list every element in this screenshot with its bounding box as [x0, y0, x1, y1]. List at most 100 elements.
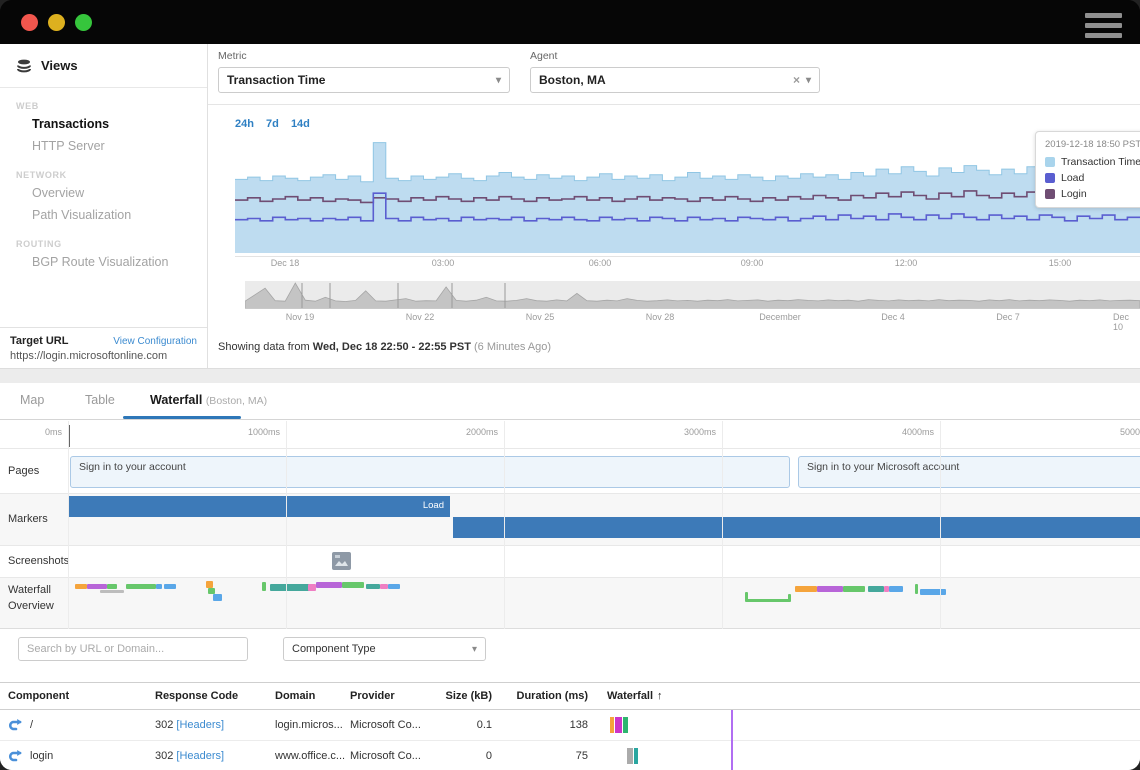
redirect-icon	[8, 718, 22, 732]
table-row[interactable]: login 302 [Headers] www.office.c... Micr…	[0, 741, 1140, 770]
marker-bar-2[interactable]	[453, 517, 1140, 538]
col-domain[interactable]: Domain	[275, 690, 315, 702]
main-chart-x-axis: Dec 1803:0006:0009:0012:0015:00	[0, 258, 1140, 270]
overview-waterfall-segment	[100, 590, 124, 593]
col-duration[interactable]: Duration (ms)	[500, 690, 588, 702]
col-component[interactable]: Component	[8, 690, 69, 702]
x-axis-label: Dec 7	[996, 312, 1020, 322]
overview-waterfall-segment	[868, 586, 884, 592]
page-marker-sign-in[interactable]: Sign in to your account	[70, 456, 790, 488]
page-marker-sign-in-microsoft[interactable]: Sign in to your Microsoft account	[798, 456, 1140, 488]
col-waterfall[interactable]: Waterfall↑	[607, 690, 663, 702]
waterfall-mini-bar[interactable]	[627, 748, 638, 764]
overview-waterfall-segment	[342, 582, 364, 588]
sidebar-item-overview[interactable]: Overview	[0, 182, 207, 204]
timerange-14d[interactable]: 14d	[291, 118, 310, 130]
page-load-marker-line	[731, 710, 733, 770]
x-axis-line	[235, 256, 1140, 257]
load-marker-bar[interactable]: Load	[68, 496, 450, 517]
table-header: Component Response Code Domain Provider …	[0, 682, 1140, 710]
app-content: Views WEB Transactions HTTP Server NETWO…	[0, 44, 1140, 770]
waterfall-tick-label: 0ms	[45, 427, 62, 437]
overview-waterfall-segment	[920, 589, 946, 595]
overview-waterfall-segment	[795, 586, 817, 592]
x-axis-label: Nov 22	[406, 312, 435, 322]
waterfall-segment	[623, 717, 628, 733]
x-axis-label: 12:00	[895, 258, 918, 268]
waterfall-segment	[634, 748, 638, 764]
col-response-code[interactable]: Response Code	[155, 690, 238, 702]
overview-waterfall-segment	[843, 586, 865, 592]
views-title: Views	[41, 58, 78, 73]
waterfall-segment	[615, 717, 622, 733]
col-size[interactable]: Size (kB)	[432, 690, 492, 702]
overview-waterfall-segment	[380, 584, 388, 589]
views-stack-icon	[16, 58, 32, 74]
timerange-7d[interactable]: 7d	[266, 118, 279, 130]
cell-provider: Microsoft Co...	[350, 750, 421, 762]
legend-label-transaction-time: Transaction Time	[1061, 156, 1140, 168]
cell-provider: Microsoft Co...	[350, 719, 421, 731]
chart-legend-tooltip: 2019-12-18 18:50 PST Transaction Time Lo…	[1035, 131, 1140, 208]
x-axis-label: 06:00	[589, 258, 612, 268]
target-url-value: https://login.microsoftonline.com	[10, 350, 197, 362]
overview-waterfall-segment	[107, 584, 117, 589]
timerange-24h[interactable]: 24h	[235, 118, 254, 130]
row-label-pages: Pages	[8, 465, 39, 477]
x-axis-label: Dec 10	[1113, 312, 1131, 332]
overview-waterfall-segment	[270, 584, 312, 591]
waterfall-gridline	[940, 421, 941, 629]
app-window: Views WEB Transactions HTTP Server NETWO…	[0, 0, 1140, 770]
x-axis-label: Dec 18	[271, 258, 300, 268]
search-input[interactable]	[18, 637, 248, 661]
agent-dropdown[interactable]: Boston, MA × ▾	[530, 67, 820, 93]
headers-link[interactable]: [Headers]	[176, 750, 224, 762]
maximize-window-button[interactable]	[75, 14, 92, 31]
tab-table[interactable]: Table	[85, 393, 115, 407]
sidebar-item-path-visualization[interactable]: Path Visualization	[0, 204, 207, 226]
waterfall-mini-bar[interactable]	[610, 717, 628, 733]
overview-waterfall-segment	[388, 584, 400, 589]
cell-domain: www.office.c...	[275, 750, 345, 762]
controls-bar: Metric Transaction Time ▾ Agent Boston, …	[208, 44, 1140, 105]
x-axis-label: 03:00	[432, 258, 455, 268]
nav-section-routing: ROUTING	[16, 239, 207, 249]
close-window-button[interactable]	[21, 14, 38, 31]
metric-value: Transaction Time	[227, 73, 490, 87]
sidebar-item-transactions[interactable]: Transactions	[0, 113, 207, 135]
transaction-time-chart[interactable]	[235, 135, 1140, 255]
x-axis-label: 09:00	[741, 258, 764, 268]
overview-waterfall-segment	[75, 584, 87, 589]
chevron-down-icon: ▾	[806, 75, 811, 86]
tab-map[interactable]: Map	[20, 393, 44, 407]
overview-waterfall-segment	[206, 581, 213, 588]
hamburger-menu-icon[interactable]	[1085, 13, 1122, 38]
row-label-markers: Markers	[8, 513, 48, 525]
timeline-overview-chart[interactable]	[245, 281, 1140, 309]
overview-waterfall-segment	[87, 584, 107, 589]
cell-component: /	[30, 719, 33, 731]
cell-response-code: 302 [Headers]	[155, 750, 224, 762]
legend-label-login: Login	[1061, 188, 1087, 200]
screenshot-thumbnail-icon[interactable]	[332, 552, 351, 570]
clear-agent-icon[interactable]: ×	[793, 73, 800, 87]
table-row[interactable]: / 302 [Headers] login.micros... Microsof…	[0, 710, 1140, 741]
view-configuration-link[interactable]: View Configuration	[113, 336, 197, 347]
metric-dropdown[interactable]: Transaction Time ▾	[218, 67, 510, 93]
views-header: Views	[0, 44, 207, 88]
nav-section-web: WEB	[16, 101, 207, 111]
waterfall-segment	[610, 717, 614, 733]
component-type-dropdown[interactable]: Component Type ▾	[283, 637, 486, 661]
tab-waterfall[interactable]: Waterfall (Boston, MA)	[150, 393, 267, 407]
legend-swatch-login	[1045, 189, 1055, 199]
overview-waterfall-segment	[366, 584, 380, 589]
x-axis-label: December	[759, 312, 801, 322]
sidebar-item-http-server[interactable]: HTTP Server	[0, 135, 207, 157]
col-provider[interactable]: Provider	[350, 690, 395, 702]
target-url-block: Target URL View Configuration https://lo…	[0, 327, 207, 368]
headers-link[interactable]: [Headers]	[176, 719, 224, 731]
minimize-window-button[interactable]	[48, 14, 65, 31]
waterfall-gridline	[722, 421, 723, 629]
legend-swatch-load	[1045, 173, 1055, 183]
component-type-value: Component Type	[292, 643, 466, 655]
